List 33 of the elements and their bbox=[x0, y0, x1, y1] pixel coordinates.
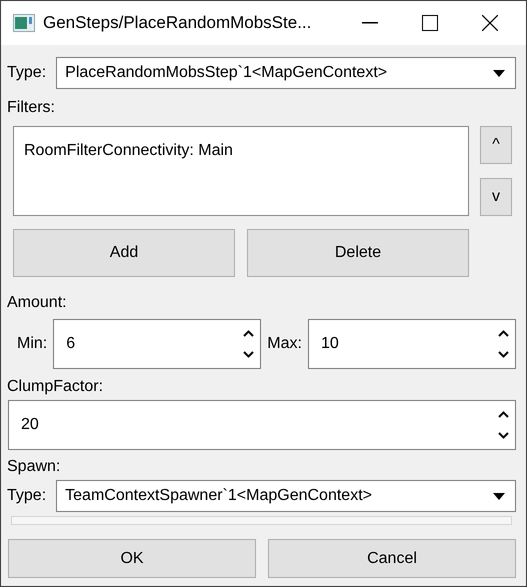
window-title: GenSteps/PlaceRandomMobsSte... bbox=[43, 12, 312, 34]
dialog-button[interactable]: Cancel bbox=[268, 539, 516, 578]
min-label: Min: bbox=[17, 334, 48, 354]
number-field[interactable]: 20 bbox=[8, 400, 516, 450]
spin-down-icon[interactable] bbox=[243, 351, 254, 358]
number-field[interactable]: 10 bbox=[308, 319, 516, 369]
max-label: Max: bbox=[267, 334, 302, 354]
spin-up-icon[interactable] bbox=[243, 330, 254, 337]
type-dropdown[interactable]: TeamContextSpawner`1<MapGenContext> bbox=[56, 480, 516, 512]
dropdown-arrow-icon bbox=[493, 492, 505, 500]
move-down-button[interactable]: v bbox=[480, 178, 512, 216]
type-dropdown[interactable]: PlaceRandomMobsStep`1<MapGenContext> bbox=[56, 57, 516, 89]
filters-label: Filters: bbox=[7, 98, 56, 118]
minimize-icon[interactable] bbox=[362, 22, 378, 24]
dialog-button[interactable]: OK bbox=[8, 539, 256, 578]
close-icon[interactable] bbox=[482, 15, 498, 31]
clump-factor-label: ClumpFactor: bbox=[7, 377, 104, 397]
move-up-button[interactable]: ^ bbox=[480, 126, 512, 164]
spin-down-icon[interactable] bbox=[498, 432, 509, 439]
delete-button[interactable]: Delete bbox=[247, 229, 469, 277]
spawn-label: Spawn: bbox=[7, 457, 62, 477]
spin-down-icon[interactable] bbox=[498, 351, 509, 358]
dropdown-arrow-icon bbox=[493, 70, 505, 76]
spin-up-icon[interactable] bbox=[498, 330, 509, 337]
spawn-type-label: Type: bbox=[7, 486, 46, 506]
spin-up-icon[interactable] bbox=[498, 411, 509, 418]
number-field[interactable]: 6 bbox=[53, 319, 262, 369]
filter-item[interactable]: RoomFilterConnectivity: Main bbox=[24, 139, 458, 163]
amount-label: Amount: bbox=[7, 293, 68, 313]
app-icon bbox=[13, 14, 35, 32]
type-label: Type: bbox=[7, 63, 46, 83]
maximize-icon[interactable] bbox=[422, 15, 438, 31]
add-button[interactable]: Add bbox=[13, 229, 235, 277]
